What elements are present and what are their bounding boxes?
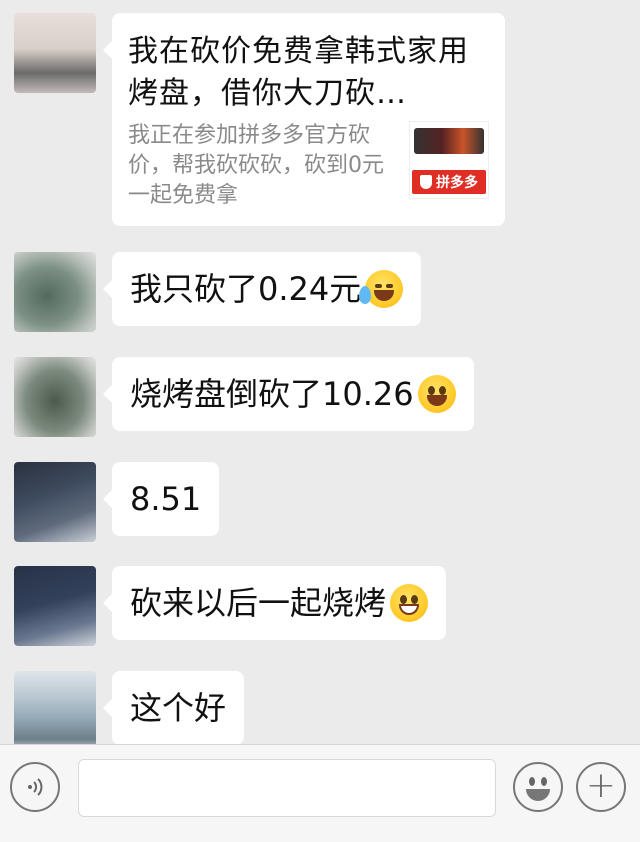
grill-pan-image: [414, 128, 484, 154]
shield-icon: [420, 175, 432, 189]
message-bubble[interactable]: 8.51: [102, 462, 220, 536]
message-input[interactable]: [78, 759, 496, 817]
voice-waves-icon: [28, 778, 43, 796]
message-bubble[interactable]: 这个好: [102, 671, 245, 745]
badge-label: 拼多多: [436, 175, 478, 191]
message-text: 烧烤盘倒砍了10.26: [130, 375, 414, 413]
emoji-icon[interactable]: [513, 762, 563, 812]
message-bubble[interactable]: 砍来以后一起烧烤: [102, 566, 447, 640]
message-bubble[interactable]: 烧烤盘倒砍了10.26: [103, 357, 474, 431]
message-text: 这个好: [130, 689, 227, 727]
pinduoduo-badge: 拼多多: [412, 170, 486, 194]
face-with-tears-icon: [359, 270, 404, 308]
hugging-face-icon: [417, 375, 456, 413]
message-text: 8.51: [130, 480, 202, 518]
message-text: 砍来以后一起烧烤: [130, 584, 387, 622]
avatar[interactable]: [14, 462, 96, 542]
voice-icon[interactable]: [10, 762, 60, 812]
link-card[interactable]: 我在砍价免费拿韩式家用烤盘，借你大刀砍… 我正在参加拼多多官方砍价，帮我砍砍砍，…: [103, 13, 505, 226]
avatar[interactable]: [14, 13, 96, 93]
avatar[interactable]: [14, 566, 96, 646]
message-text: 我只砍了0.24元: [130, 270, 362, 308]
grinning-face-icon: [390, 584, 429, 622]
card-title: 我在砍价免费拿韩式家用烤盘，借你大刀砍…: [128, 34, 469, 111]
avatar[interactable]: [14, 252, 96, 332]
input-bar: +: [0, 744, 640, 842]
card-description: 我正在参加拼多多官方砍价，帮我砍砍砍，砍到0元一起免费拿: [128, 123, 384, 208]
avatar[interactable]: [14, 357, 96, 437]
plus-icon[interactable]: +: [576, 762, 626, 812]
message-bubble[interactable]: 我只砍了0.24元: [102, 252, 422, 326]
card-thumbnail: 拼多多: [409, 121, 489, 199]
avatar[interactable]: [14, 671, 96, 751]
